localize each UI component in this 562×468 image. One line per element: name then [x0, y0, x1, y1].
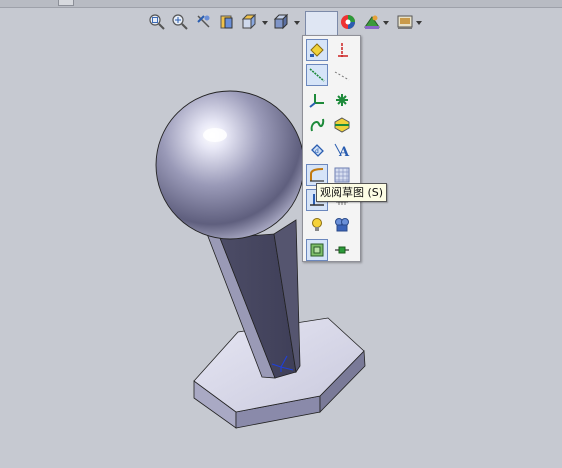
- ball-knob: [155, 90, 305, 240]
- section-view-icon: [220, 15, 233, 29]
- view-lights-icon: [312, 218, 322, 231]
- view-curves-button[interactable]: [306, 114, 328, 136]
- previous-view-icon: [197, 15, 210, 28]
- view-all-types-icon: [310, 243, 324, 257]
- view-points-button[interactable]: [331, 89, 353, 111]
- view-mates-button[interactable]: [331, 239, 353, 261]
- view-sketches-icon: [310, 168, 324, 182]
- display-style-dropdown-arrow[interactable]: [294, 21, 300, 25]
- view-all-types-button[interactable]: [306, 239, 328, 261]
- edit-appearance-icon: [341, 15, 355, 29]
- hide-show-items-flyout: d A: [302, 35, 361, 262]
- zoom-to-area-icon: [172, 14, 188, 30]
- zoom-to-area-button[interactable]: [170, 11, 190, 33]
- view-orientation-dropdown-arrow[interactable]: [262, 21, 268, 25]
- zoom-to-fit-icon: [149, 14, 165, 30]
- view-coordinate-systems-icon: [309, 94, 324, 108]
- view-axes-button[interactable]: [331, 39, 353, 61]
- view-points-icon: [336, 94, 348, 106]
- tooltip: 观阅草图 (S): [316, 183, 388, 202]
- view-origins-button[interactable]: [331, 64, 353, 86]
- view-parting-lines-icon: [334, 117, 350, 133]
- view-origins-icon: [334, 71, 350, 81]
- view-settings-icon: [397, 15, 413, 29]
- view-temporary-axes-button[interactable]: [306, 64, 328, 86]
- svg-text:d: d: [315, 148, 319, 155]
- view-annotations-button[interactable]: A: [331, 139, 353, 161]
- edit-appearance-button[interactable]: [338, 11, 358, 33]
- view-settings-button[interactable]: [395, 11, 415, 33]
- view-planes-button[interactable]: [306, 39, 328, 61]
- tooltip-text: 观阅草图 (S): [320, 186, 384, 199]
- display-style-button[interactable]: [272, 11, 292, 33]
- apply-scene-icon: [364, 15, 380, 29]
- zoom-to-fit-button[interactable]: [147, 11, 167, 33]
- view-temporary-axes-icon: [309, 68, 325, 82]
- view-settings-dropdown-arrow[interactable]: [416, 21, 422, 25]
- view-planes-icon: [310, 43, 324, 57]
- view-mates-icon: [335, 246, 349, 254]
- view-orientation-icon: [241, 13, 257, 30]
- heads-up-view-toolbar: [0, 11, 562, 37]
- view-cameras-icon: [335, 218, 349, 232]
- view-annotations-icon: A: [334, 143, 350, 159]
- view-lights-button[interactable]: [306, 214, 328, 236]
- view-orientation-button[interactable]: [240, 11, 260, 33]
- view-parting-lines-button[interactable]: [331, 114, 353, 136]
- view-sketch-relations-icon: [334, 167, 350, 183]
- display-style-icon: [273, 13, 289, 30]
- view-sketch-dimensions-button[interactable]: d: [306, 139, 328, 161]
- view-axes-icon: [338, 43, 348, 57]
- view-sketch-dimensions-icon: d: [311, 144, 324, 157]
- apply-scene-button[interactable]: [362, 11, 382, 33]
- section-view-button[interactable]: [217, 11, 237, 33]
- part-model-render: [155, 90, 366, 429]
- hide-show-items-active-frame: [305, 11, 338, 36]
- view-curves-icon: [310, 118, 325, 132]
- apply-scene-dropdown-arrow[interactable]: [383, 21, 389, 25]
- view-cameras-button[interactable]: [331, 214, 353, 236]
- previous-view-button[interactable]: [194, 11, 214, 33]
- view-coordinate-systems-button[interactable]: [306, 89, 328, 111]
